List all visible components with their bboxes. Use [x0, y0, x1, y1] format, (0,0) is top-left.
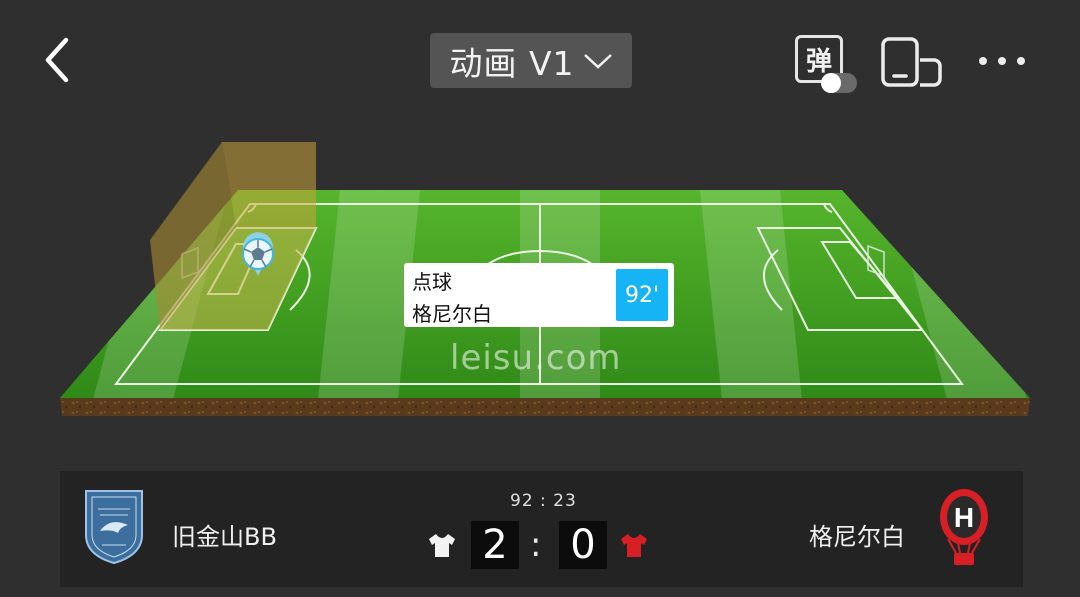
away-team-logo[interactable]: H — [936, 487, 992, 569]
animation-version-dropdown[interactable]: 动画 V1 — [430, 33, 632, 88]
switch-knob — [821, 73, 841, 93]
watermark: leisu.com — [450, 338, 622, 378]
home-shirt-icon — [429, 534, 455, 557]
svg-text:H: H — [954, 502, 974, 533]
home-crest-icon — [85, 490, 143, 565]
danmaku-switch[interactable] — [821, 73, 857, 93]
event-minute-badge: 92' — [616, 269, 668, 321]
event-team: 格尼尔白 — [412, 302, 492, 326]
danmaku-toggle-button[interactable]: 弹 — [793, 33, 861, 97]
home-team-name[interactable]: 旧金山BB — [172, 517, 277, 552]
back-button[interactable] — [38, 36, 82, 84]
away-team-name[interactable]: 格尼尔白 — [809, 517, 905, 552]
away-shirt-icon — [621, 534, 647, 557]
score-bar: 旧金山BB 92 : 23 2 : 0 格尼尔白 H — [60, 471, 1023, 587]
pitch-edge — [60, 398, 1030, 416]
top-bar: 动画 V1 弹 — [0, 0, 1080, 120]
event-type: 点球 — [412, 270, 452, 294]
device-rotate-icon — [881, 37, 942, 87]
page-title: 动画 V1 — [449, 43, 575, 83]
home-score: 2 — [471, 521, 519, 569]
event-popup: 点球 格尼尔白 92' — [404, 263, 674, 327]
back-arrow-icon — [45, 37, 69, 83]
home-team-logo[interactable] — [82, 487, 146, 565]
more-dots-icon — [979, 57, 1025, 65]
device-rotate-button[interactable] — [880, 36, 946, 88]
score-separator: : — [530, 525, 542, 565]
away-crest-icon: H — [940, 489, 988, 565]
away-score: 0 — [559, 521, 607, 569]
chevron-down-icon — [583, 53, 612, 69]
match-clock: 92 : 23 — [510, 491, 577, 511]
more-options-button[interactable] — [974, 48, 1030, 74]
